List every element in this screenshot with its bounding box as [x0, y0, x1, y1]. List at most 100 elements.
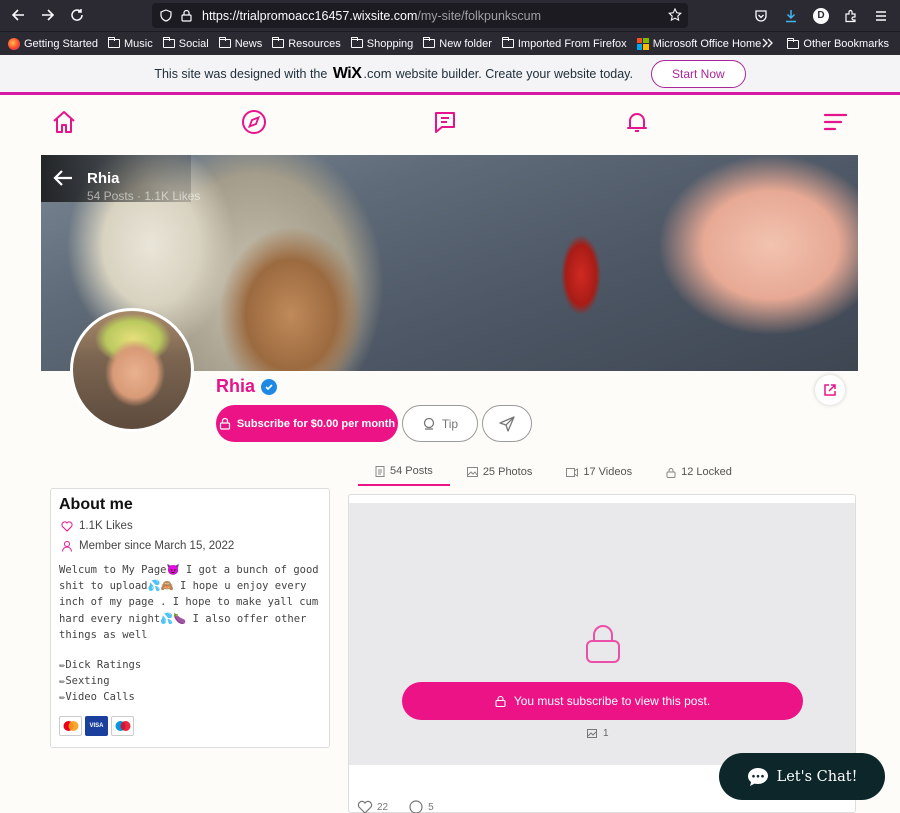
wix-logo: WiX — [332, 64, 362, 82]
compass-icon[interactable] — [240, 108, 268, 136]
cover-stats: 54 Posts · 1.1K Likes — [87, 189, 201, 203]
about-likes-text: 1.1K Likes — [79, 520, 133, 532]
bookmark-label: Microsoft Office Home — [652, 37, 762, 50]
arrow-left-icon — [11, 9, 24, 21]
address-bar[interactable]: https://trialpromoacc16457.wixsite.com/m… — [152, 3, 688, 28]
downloads-button[interactable] — [780, 1, 802, 31]
bookmark-microsoft[interactable]: Microsoft Office Home — [632, 37, 767, 50]
media-count-text: 1 — [603, 728, 609, 739]
tab-label: 17 Videos — [583, 466, 633, 478]
extensions-button[interactable] — [840, 1, 862, 31]
lock-icon — [585, 624, 621, 669]
wix-logo-suffix: .com — [363, 66, 392, 81]
cover-title: Rhia — [87, 170, 120, 187]
menu-lines-icon[interactable] — [821, 108, 849, 136]
video-icon — [566, 467, 579, 477]
bookmark-label: New folder — [439, 37, 492, 50]
post-comment[interactable]: 5 — [408, 800, 434, 813]
home-icon[interactable] — [50, 108, 78, 136]
post-like[interactable]: 22 — [357, 800, 388, 813]
wix-banner-text-before: This site was designed with the — [154, 66, 328, 81]
about-title: About me — [59, 496, 133, 513]
menu-button[interactable] — [870, 1, 892, 31]
padlock-icon[interactable] — [176, 9, 196, 22]
bookmark-new-folder[interactable]: New folder — [418, 37, 497, 50]
document-icon — [375, 465, 385, 477]
message-button[interactable] — [482, 405, 532, 442]
account-avatar: D — [813, 7, 829, 24]
shield-icon[interactable] — [156, 9, 176, 22]
bookmark-label: Imported From Firefox — [517, 37, 627, 50]
pocket-icon — [755, 9, 767, 22]
bookmark-resources[interactable]: Resources — [267, 37, 346, 50]
folder-icon — [108, 37, 120, 48]
forward-button[interactable] — [33, 0, 63, 30]
tab-label: 12 Locked — [681, 466, 732, 478]
bookmark-label: Shopping — [366, 37, 414, 50]
subscribe-button[interactable]: Subscribe for $0.00 per month — [216, 405, 398, 442]
account-button[interactable]: D — [810, 1, 832, 31]
post-media-placeholder: You must subscribe to view this post. 1 — [349, 503, 855, 765]
reload-button[interactable] — [62, 0, 92, 30]
arrow-right-icon — [42, 9, 55, 21]
about-card: About me 1.1K Likes Member since March 1… — [50, 488, 330, 748]
avatar[interactable] — [70, 308, 194, 432]
bell-icon[interactable] — [623, 108, 651, 136]
user-icon — [62, 541, 72, 552]
chevron-double-right-icon[interactable] — [762, 38, 774, 51]
bookmark-getting-started[interactable]: Getting Started — [0, 37, 103, 50]
bookmark-shopping[interactable]: Shopping — [346, 37, 419, 50]
pocket-button[interactable] — [750, 1, 772, 31]
bookmark-imported[interactable]: Imported From Firefox — [497, 37, 632, 50]
microsoft-icon — [636, 37, 649, 50]
bookmark-news[interactable]: News — [214, 37, 268, 50]
hamburger-icon — [876, 10, 886, 21]
send-icon — [499, 415, 515, 432]
tip-button[interactable]: Tip — [402, 405, 478, 442]
subscribe-label: Subscribe for $0.00 per month — [236, 417, 396, 430]
wix-banner-text-after: website builder. Create your website tod… — [395, 66, 633, 81]
verified-badge-icon — [261, 378, 278, 395]
heart-icon — [61, 520, 73, 532]
folder-icon — [272, 37, 285, 48]
url-host: https://trialpromoacc16457.wixsite.com — [202, 8, 418, 23]
media-count: 1 — [587, 728, 609, 739]
lock-icon — [495, 695, 506, 707]
bookmark-label: Other Bookmarks — [803, 38, 889, 50]
subscribe-to-view-button[interactable]: You must subscribe to view this post. — [402, 682, 803, 720]
chat-label: Let's Chat! — [776, 768, 858, 785]
tab-label: 25 Photos — [482, 466, 533, 478]
payment-cards: VISA — [59, 715, 321, 736]
chat-bubble-icon — [747, 767, 768, 786]
bookmark-label: Resources — [288, 37, 341, 50]
site-nav — [0, 98, 900, 148]
arrow-left-icon[interactable] — [53, 169, 73, 192]
bookmark-other[interactable]: Other Bookmarks — [782, 37, 894, 50]
bookmark-label: Music — [124, 37, 153, 50]
star-icon[interactable] — [667, 7, 683, 25]
service-item: ✏Sexting — [59, 675, 110, 688]
service-item: ✏Video Calls — [59, 691, 135, 704]
tab-locked[interactable]: 12 Locked — [649, 458, 749, 486]
start-now-button[interactable]: Start Now — [650, 59, 746, 88]
folder-icon — [423, 37, 436, 48]
bookmark-music[interactable]: Music — [103, 37, 158, 50]
post-like-count: 22 — [377, 801, 389, 813]
about-bio: Welcum to My Page😈 I got a bunch of good… — [59, 564, 319, 641]
share-icon — [824, 384, 836, 396]
mastercard-icon — [59, 715, 82, 736]
bookmark-social[interactable]: Social — [158, 37, 214, 50]
lock-icon — [666, 467, 676, 478]
bookmark-label: News — [234, 37, 263, 50]
about-member-since-text: Member since March 15, 2022 — [79, 540, 235, 552]
share-button[interactable] — [815, 375, 845, 405]
lets-chat-button[interactable]: Let's Chat! — [719, 753, 885, 800]
tab-posts[interactable]: 54 Posts — [358, 458, 450, 486]
tab-photos[interactable]: 25 Photos — [450, 458, 550, 486]
services-list: ✏Dick Ratings ✏Sexting ✏Video Calls — [59, 657, 321, 706]
post-comment-count: 5 — [428, 801, 434, 813]
back-button[interactable] — [3, 0, 33, 30]
tip-label: Tip — [441, 416, 459, 431]
tab-videos[interactable]: 17 Videos — [549, 458, 649, 486]
chat-square-icon[interactable] — [431, 108, 459, 136]
